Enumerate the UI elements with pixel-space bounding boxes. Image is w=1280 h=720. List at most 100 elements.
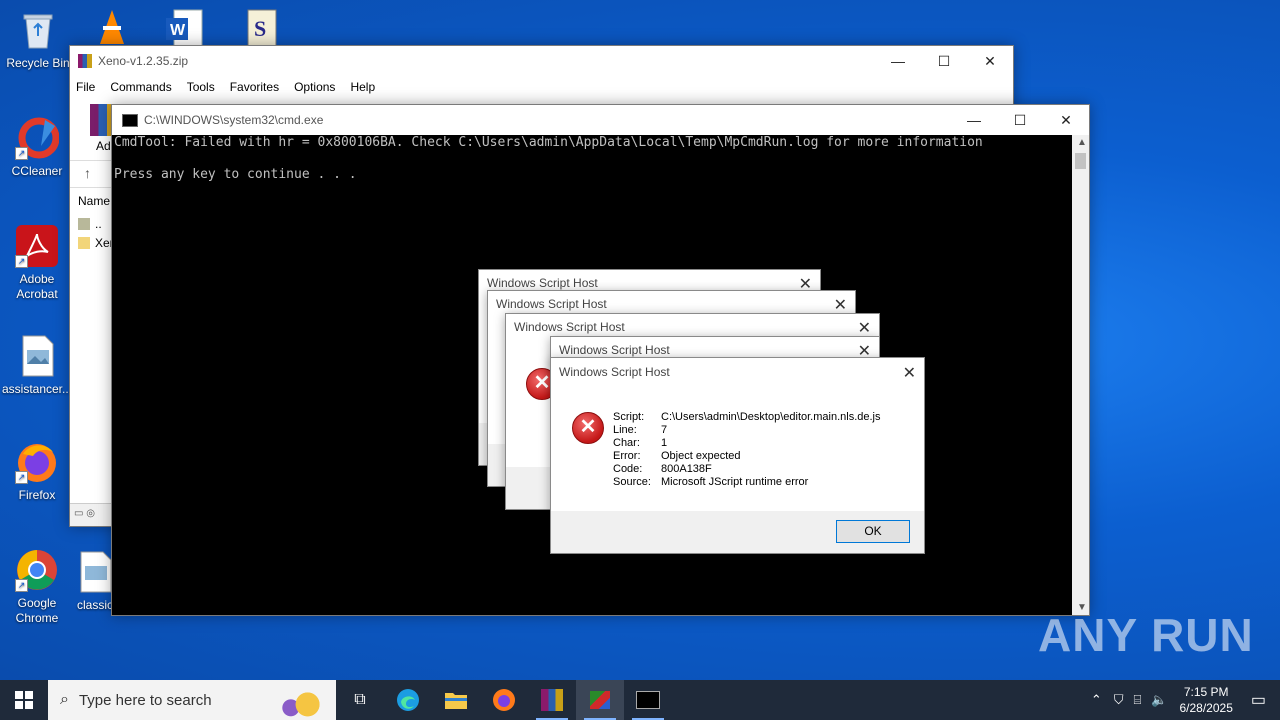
svg-text:W: W <box>170 22 186 39</box>
desktop-icon-label: Recycle Bin <box>6 56 70 70</box>
edge-icon <box>397 689 419 711</box>
cmd-titlebar[interactable]: C:\WINDOWS\system32\cmd.exe — ☐ ✕ <box>112 105 1089 135</box>
taskbar-file-explorer[interactable] <box>432 680 480 720</box>
detail-label: Script: <box>613 411 645 423</box>
winrar-icon <box>541 689 563 711</box>
desktop-icon-assistancer[interactable]: assistancer... <box>1 334 73 397</box>
minimize-button[interactable]: — <box>951 105 997 135</box>
detail-row: Char: 1 <box>613 437 880 450</box>
script-host-icon <box>590 691 610 709</box>
start-button[interactable] <box>0 680 48 720</box>
desktop-icon-label: Google Chrome <box>15 596 59 625</box>
taskbar-firefox[interactable] <box>480 680 528 720</box>
image-file-icon <box>15 334 59 378</box>
menu-favorites[interactable]: Favorites <box>230 80 279 94</box>
detail-label: Error: <box>613 450 641 462</box>
taskbar-edge[interactable] <box>384 680 432 720</box>
volume-icon[interactable]: 🔈 <box>1151 692 1167 708</box>
network-icon[interactable]: ⌸ <box>1133 692 1141 708</box>
close-button[interactable]: ✕ <box>1043 105 1089 135</box>
taskbar-cmd[interactable] <box>624 680 672 720</box>
vlc-icon[interactable] <box>92 8 132 48</box>
desktop-icon-ccleaner[interactable]: ↗ CCleaner <box>1 116 73 179</box>
close-icon[interactable]: ✕ <box>903 363 916 383</box>
ok-button[interactable]: OK <box>836 520 910 543</box>
console-line: CmdTool: Failed with hr = 0x800106BA. Ch… <box>114 135 983 150</box>
dialog-footer: OK <box>551 511 924 553</box>
wsh-title: Windows Script Host <box>496 297 607 311</box>
notifications-icon[interactable]: ▭ <box>1251 690 1266 710</box>
status-drive-icon: ▭ ◎ <box>70 503 116 526</box>
menu-help[interactable]: Help <box>350 80 375 94</box>
ccleaner-icon: ↗ <box>15 116 60 160</box>
recycle-bin-icon <box>16 8 60 52</box>
file-row-parent[interactable]: .. <box>78 217 102 231</box>
detail-row: Script: C:\Users\admin\Desktop\editor.mai… <box>613 411 880 424</box>
wsh-title: Windows Script Host <box>559 343 670 357</box>
desktop-icon-adobe-acrobat[interactable]: ↗ Adobe Acrobat <box>1 224 73 302</box>
firefox-icon: ↗ <box>15 440 59 484</box>
clock-time: 7:15 PM <box>1183 685 1229 699</box>
shortcut-arrow-icon: ↗ <box>15 255 28 268</box>
wsh-dialog-front[interactable]: Windows Script Host ✕ ✕ Script: C:\Users\… <box>550 357 925 554</box>
task-view-button[interactable]: ⧉ <box>336 680 384 720</box>
detail-row: Error: Object expected <box>613 450 880 463</box>
detail-value: C:\Users\admin\Desktop\editor.main.nls.d… <box>661 411 881 423</box>
desktop-icon-label: CCleaner <box>11 164 63 178</box>
script-file-icon[interactable]: S <box>242 8 282 48</box>
winrar-titlebar[interactable]: Xeno-v1.2.35.zip — ☐ ✕ <box>70 46 1013 76</box>
minimize-button[interactable]: — <box>875 46 921 76</box>
close-icon[interactable]: ✕ <box>834 295 847 315</box>
winrar-menubar: File Commands Tools Favorites Options He… <box>70 76 1013 98</box>
detail-value: Object expected <box>661 450 741 462</box>
shortcut-arrow-icon: ↗ <box>15 471 28 484</box>
maximize-button[interactable]: ☐ <box>921 46 967 76</box>
detail-label: Line: <box>613 424 637 436</box>
desktop-icon-recycle-bin[interactable]: Recycle Bin <box>2 8 74 71</box>
close-icon[interactable]: ✕ <box>858 318 871 338</box>
shortcut-arrow-icon: ↗ <box>15 147 28 160</box>
desktop-icon-label: assistancer... <box>1 382 73 396</box>
detail-label: Code: <box>613 463 643 475</box>
anyrun-watermark: ANY RUN <box>1038 609 1254 661</box>
menu-commands[interactable]: Commands <box>110 80 171 94</box>
cmd-icon <box>636 691 660 709</box>
close-button[interactable]: ✕ <box>967 46 1013 76</box>
maximize-button[interactable]: ☐ <box>997 105 1043 135</box>
desktop-icon-label: Firefox <box>18 488 56 502</box>
winrar-title: Xeno-v1.2.35.zip <box>98 54 189 68</box>
taskbar-search-box[interactable]: ⌕ Type here to search <box>48 680 336 720</box>
search-placeholder: Type here to search <box>78 691 212 709</box>
windows-logo-icon <box>15 691 33 709</box>
word-document-icon[interactable]: W <box>164 8 204 48</box>
folder-up-icon <box>78 218 90 230</box>
cmd-app-icon <box>122 113 138 127</box>
menu-options[interactable]: Options <box>294 80 335 94</box>
error-details: Script: C:\Users\admin\Desktop\editor.mai… <box>613 411 880 489</box>
security-icon[interactable]: ⛉ <box>1114 692 1124 708</box>
menu-file[interactable]: File <box>76 80 95 94</box>
wsh-title: Windows Script Host <box>559 365 670 379</box>
adobe-acrobat-icon: ↗ <box>15 224 59 268</box>
scroll-thumb[interactable] <box>1075 153 1086 169</box>
menu-tools[interactable]: Tools <box>187 80 215 94</box>
column-header-name[interactable]: Name <box>78 194 110 208</box>
cmd-scrollbar[interactable]: ▲ ▼ <box>1072 135 1089 615</box>
svg-text:S: S <box>254 16 266 41</box>
folder-icon <box>445 693 467 709</box>
detail-row: Source: Microsoft JScript runtime error <box>613 476 880 489</box>
error-icon: ✕ <box>572 412 604 444</box>
file-row-label: .. <box>95 217 102 231</box>
scroll-up-icon[interactable]: ▲ <box>1077 137 1087 148</box>
chevron-up-icon[interactable]: ⌃ <box>1091 692 1102 708</box>
desktop-icon-firefox[interactable]: ↗ Firefox <box>1 440 73 503</box>
detail-row: Line: 7 <box>613 424 880 437</box>
wsh-title: Windows Script Host <box>514 320 625 334</box>
taskbar: ⌕ Type here to search ⧉ ⌃ ⛉ ⌸ 🔈 7:15 PM … <box>0 680 1280 720</box>
detail-label: Source: <box>613 476 651 488</box>
clock[interactable]: 7:15 PM 6/28/2025 <box>1179 684 1232 716</box>
taskbar-script-host[interactable] <box>576 680 624 720</box>
taskbar-winrar[interactable] <box>528 680 576 720</box>
detail-row: Code: 800A138F <box>613 463 880 476</box>
detail-label: Char: <box>613 437 640 449</box>
